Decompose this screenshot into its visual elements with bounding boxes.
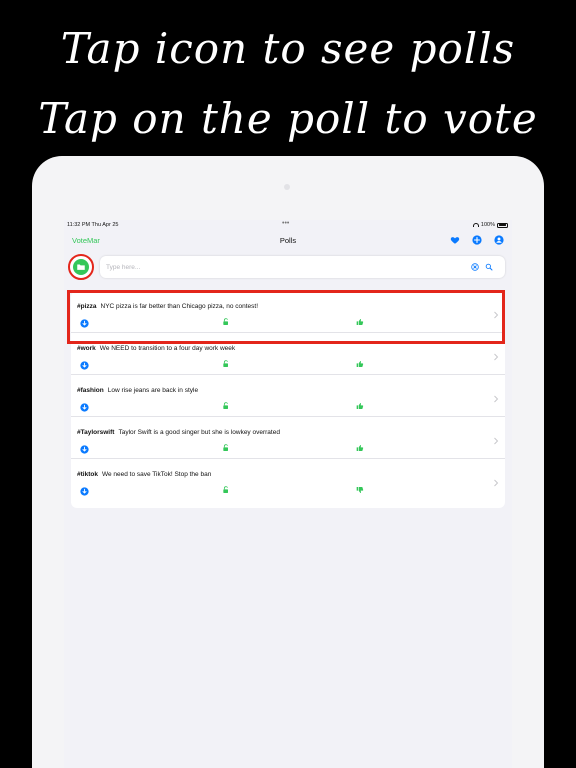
heart-icon[interactable]: [450, 235, 460, 245]
download-icon[interactable]: [80, 445, 89, 454]
poll-text: We need to save TikTok! Stop the ban: [101, 471, 212, 478]
poll-text: We NEED to transition to a four day work…: [99, 345, 236, 352]
thumbs-down-icon[interactable]: [356, 486, 364, 494]
chevron-right-icon: [494, 311, 499, 319]
poll-tag: #pizza: [77, 303, 97, 310]
download-icon[interactable]: [80, 487, 89, 496]
poll-tag: #Taylorswift: [77, 429, 115, 436]
poll-row-fashion[interactable]: #fashion Low rise jeans are back in style: [71, 375, 505, 417]
multitask-dots[interactable]: •••: [282, 220, 289, 227]
search-icon[interactable]: [485, 263, 493, 271]
poll-title: #pizza NYC pizza is far better than Chica…: [77, 303, 258, 310]
thumbs-up-icon[interactable]: [356, 402, 364, 410]
unlock-icon: [223, 318, 228, 325]
unlock-icon: [223, 444, 228, 451]
chevron-right-icon: [494, 353, 499, 361]
thumbs-up-icon[interactable]: [356, 360, 364, 368]
download-icon[interactable]: [80, 319, 89, 328]
app-screen: 11:32 PM Thu Apr 25 ••• 100% VoteMar Pol…: [64, 220, 512, 768]
battery-percent: 100%: [480, 222, 495, 228]
poll-row-tiktok[interactable]: #tiktok We need to save TikTok! Stop the …: [71, 459, 505, 501]
chevron-right-icon: [494, 395, 499, 403]
poll-title: #fashion Low rise jeans are back in style: [77, 387, 198, 394]
poll-tag: #work: [77, 345, 96, 352]
caption-line-1: Tap icon to see polls: [60, 24, 516, 73]
chevron-right-icon: [494, 479, 499, 487]
status-right: 100%: [472, 222, 508, 228]
poll-title: #work We NEED to transition to a four day…: [77, 345, 235, 352]
status-time-date: 11:32 PM Thu Apr 25: [67, 222, 119, 228]
unlock-icon: [223, 360, 228, 367]
search-input[interactable]: [106, 261, 446, 273]
poll-text: Taylor Swift is a good singer but she is…: [118, 429, 280, 436]
search-row: [64, 254, 512, 284]
thumbs-up-icon[interactable]: [356, 444, 364, 452]
caption-line-2: Tap on the poll to vote: [38, 94, 538, 143]
folder-icon: [73, 259, 89, 275]
page-title: Polls: [279, 236, 297, 245]
battery-icon: [497, 222, 508, 228]
clear-icon[interactable]: [471, 263, 479, 271]
profile-icon[interactable]: [494, 235, 504, 245]
camera-dot: [284, 184, 290, 190]
search-field: [100, 256, 505, 278]
nav-bar: VoteMar Polls: [64, 232, 512, 256]
poll-title: #Taylorswift Taylor Swift is a good singe…: [77, 429, 280, 436]
unlock-icon: [223, 486, 228, 493]
poll-tag: #tiktok: [77, 471, 98, 478]
thumbs-up-icon[interactable]: [356, 318, 364, 326]
download-icon[interactable]: [80, 403, 89, 412]
poll-row-taylorswift[interactable]: #Taylorswift Taylor Swift is a good singe…: [71, 417, 505, 459]
poll-row-pizza[interactable]: #pizza NYC pizza is far better than Chica…: [71, 291, 505, 333]
unlock-icon: [223, 402, 228, 409]
add-poll-icon[interactable]: [472, 235, 482, 245]
poll-title: #tiktok We need to save TikTok! Stop the …: [77, 471, 211, 478]
nav-actions: [450, 235, 504, 245]
chevron-right-icon: [494, 437, 499, 445]
status-bar: 11:32 PM Thu Apr 25 ••• 100%: [64, 220, 512, 232]
folder-button[interactable]: [68, 254, 94, 280]
poll-text: Low rise jeans are back in style: [107, 387, 199, 394]
poll-text: NYC pizza is far better than Chicago piz…: [100, 303, 259, 310]
poll-row-work[interactable]: #work We NEED to transition to a four day…: [71, 333, 505, 375]
wifi-icon: [472, 223, 479, 227]
poll-list: #pizza NYC pizza is far better than Chica…: [71, 291, 505, 508]
poll-tag: #fashion: [77, 387, 104, 394]
download-icon[interactable]: [80, 361, 89, 370]
